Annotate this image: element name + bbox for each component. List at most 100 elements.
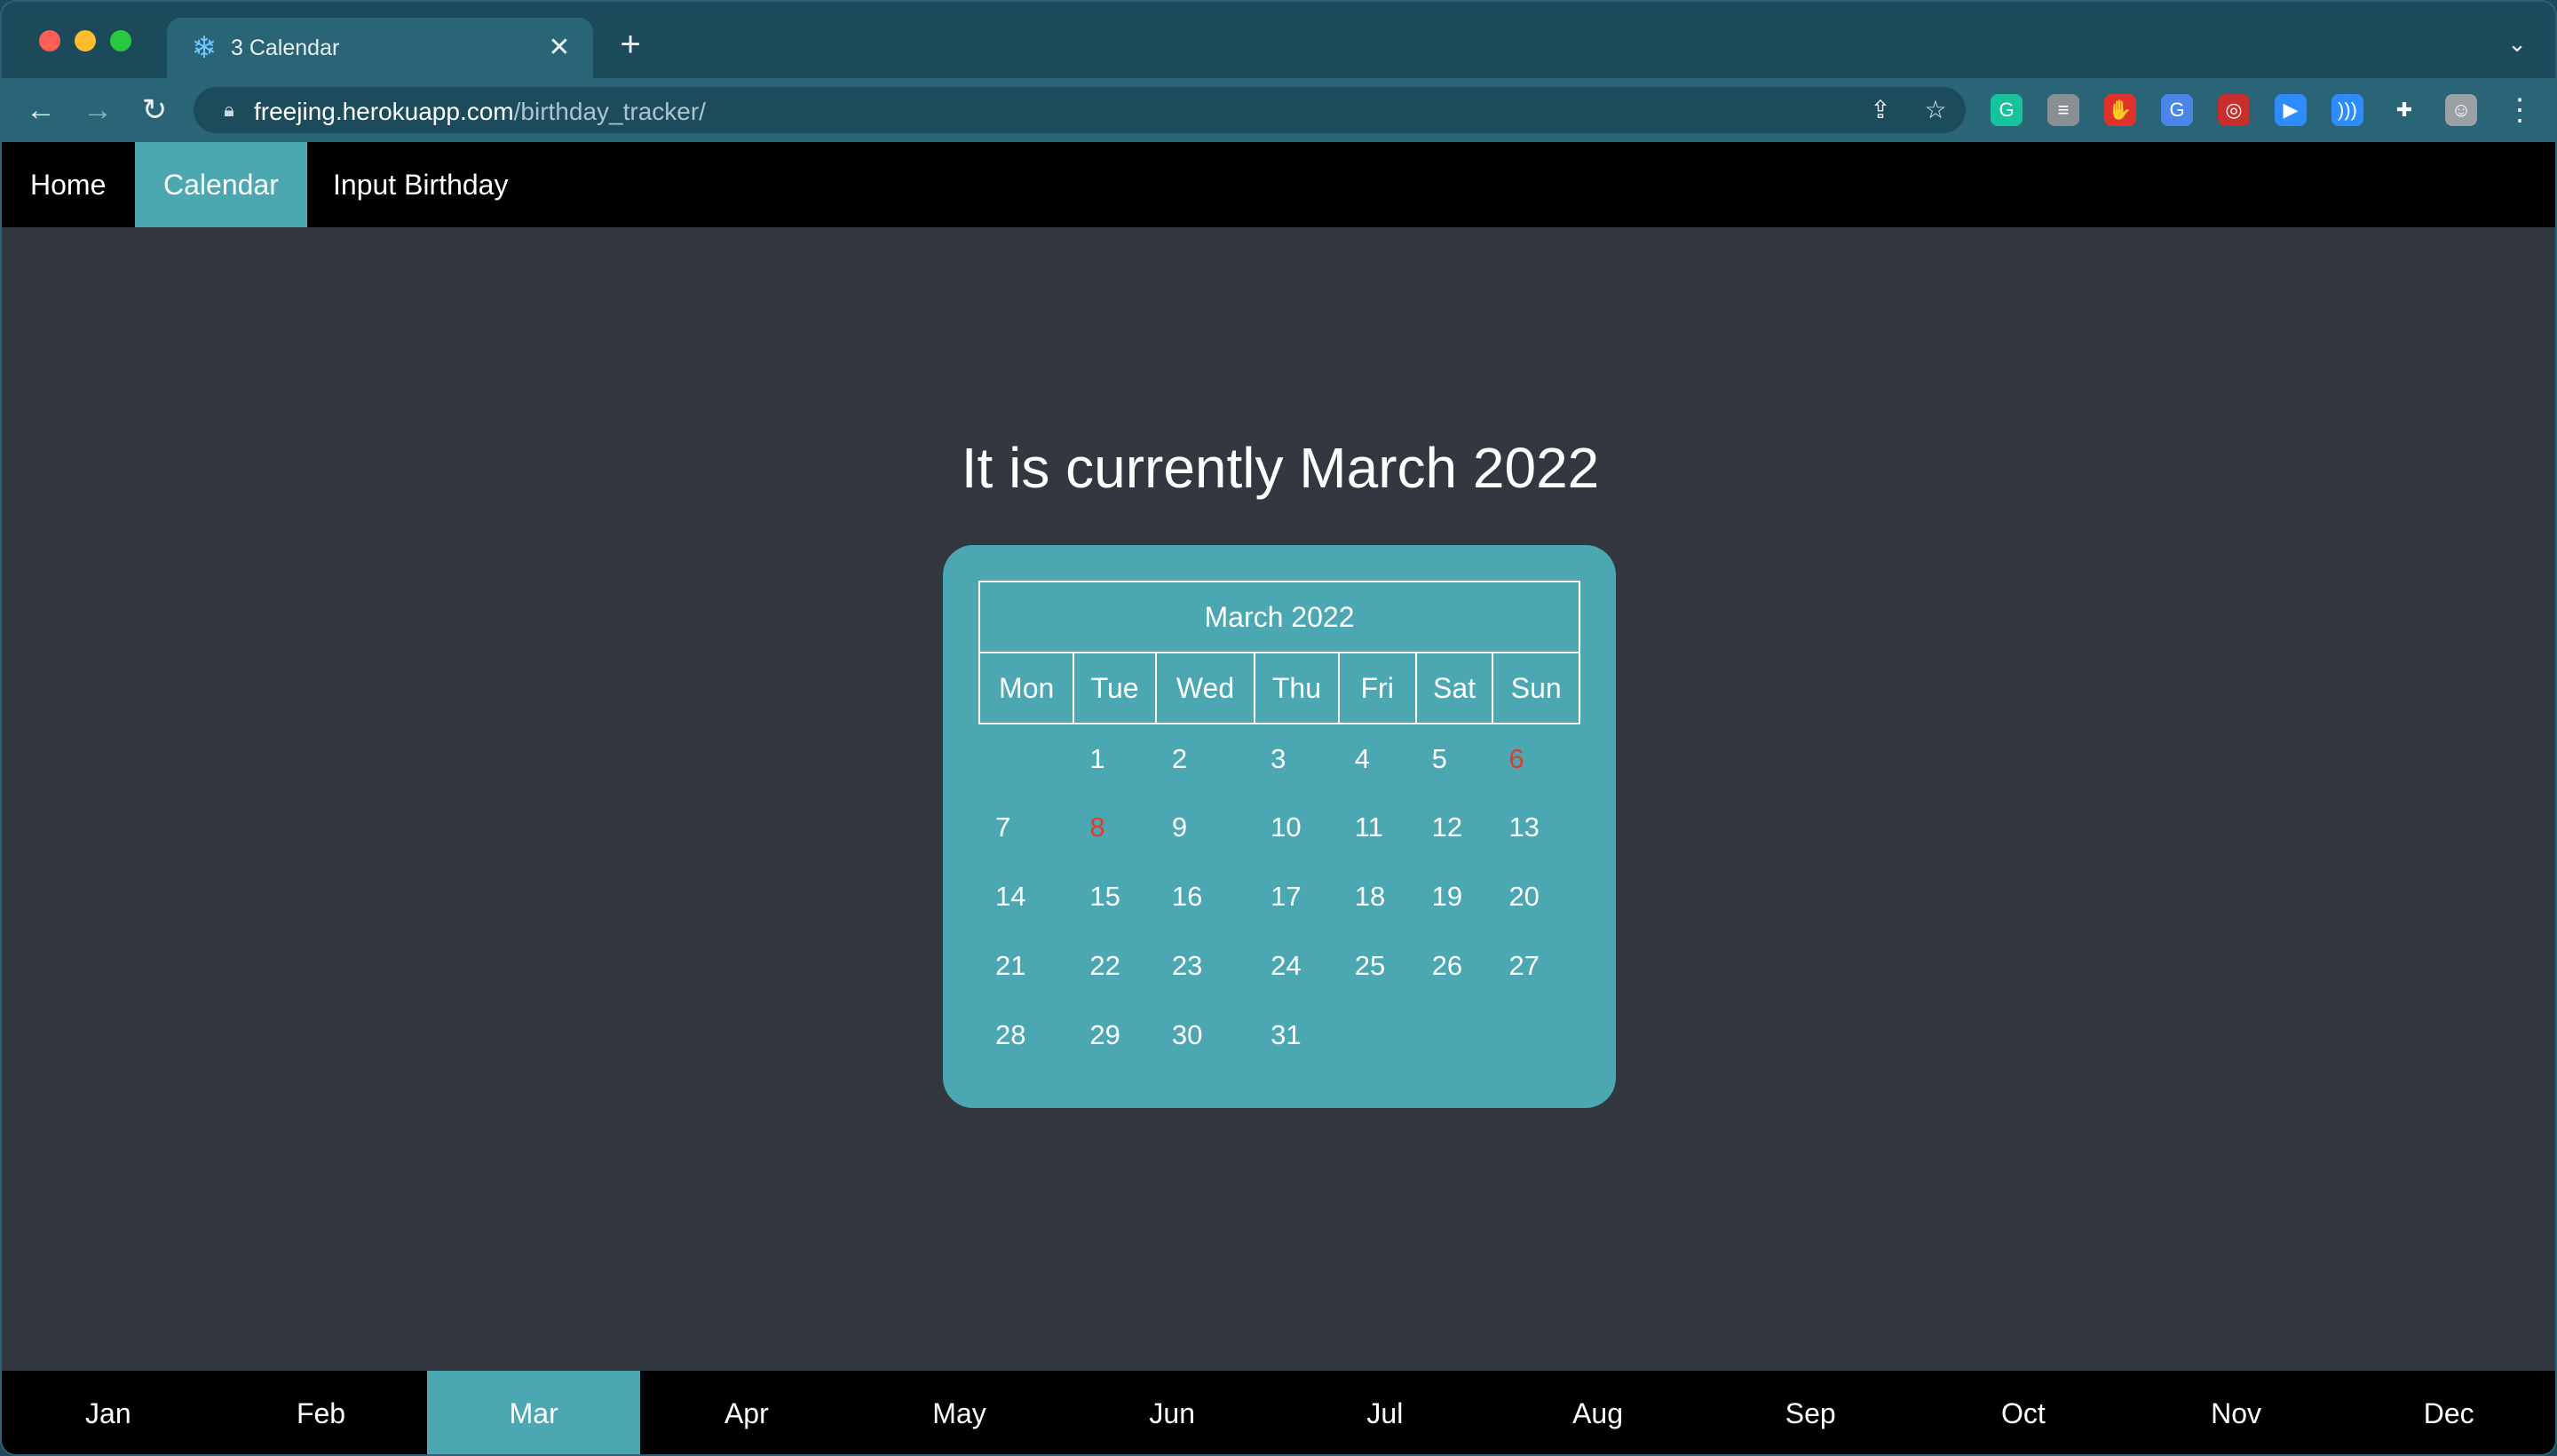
url-host: freejing.herokuapp.com — [254, 98, 514, 125]
calendar-day-cell: 6 — [1508, 742, 1524, 774]
weekday-header: Wed — [1154, 652, 1256, 724]
calendar-empty-cell — [1339, 1001, 1416, 1070]
calendar-day-cell: 2 — [1171, 742, 1188, 774]
calendar-card: March 2022 Mon Tue Wed Thu Fri Sat Sun 1234567… — [943, 545, 1616, 1108]
more-menu-icon[interactable]: ⋮ — [2504, 94, 2536, 126]
month-tab-may[interactable]: May — [853, 1371, 1066, 1454]
calendar-table: March 2022 Mon Tue Wed Thu Fri Sat Sun 1234567… — [978, 581, 1580, 1070]
calendar-day-cell: 10 — [1271, 811, 1302, 843]
puzzle-icon[interactable]: ✚ — [2388, 94, 2420, 126]
maximize-window-button[interactable] — [110, 30, 131, 51]
tab-title: 3 Calendar — [231, 36, 340, 60]
month-tab-jun[interactable]: Jun — [1065, 1371, 1278, 1454]
calendar-empty-cell — [1492, 1001, 1579, 1070]
snowflake-icon: ❄ — [191, 31, 218, 65]
calendar-day-cell: 31 — [1271, 1019, 1302, 1050]
close-tab-icon[interactable]: ✕ — [542, 30, 577, 66]
calendar-day-cell: 15 — [1089, 881, 1120, 912]
share-icon[interactable]: ⇪ — [1864, 94, 1896, 126]
calendar-day-cell: 13 — [1508, 811, 1540, 843]
weekday-header: Sat — [1414, 652, 1494, 724]
month-tab-jul[interactable]: Jul — [1278, 1371, 1492, 1454]
month-tab-oct[interactable]: Oct — [1917, 1371, 2130, 1454]
calendar-body: 1 2 3 4 5 6 7 8 9 10 11 12 13 14 15 16 17 18 19 20 21 22 23 24 2… — [979, 724, 1579, 1070]
calendar-day-cell: 28 — [995, 1019, 1026, 1050]
calendar-day-cell: 19 — [1431, 881, 1463, 912]
close-window-button[interactable] — [39, 30, 60, 51]
glasses-extension-icon[interactable]: ◎ — [2218, 94, 2250, 126]
lock-icon[interactable]: 🔒︎ — [217, 98, 241, 123]
grammarly-icon[interactable]: G — [1991, 94, 2023, 126]
calendar-day-cell: 21 — [995, 950, 1026, 981]
calendar-day-cell: 18 — [1354, 881, 1386, 912]
url-text[interactable]: freejing.herokuapp.com/birthday_tracker/ — [254, 98, 706, 126]
tab-strip: ❄ 3 Calendar ✕ + ⌄ — [2, 2, 2555, 78]
weekday-header: Mon — [978, 652, 1075, 724]
address-bar[interactable]: 🔒︎ freejing.herokuapp.com/birthday_track… — [194, 87, 1966, 133]
calendar-day-cell: 11 — [1354, 811, 1383, 843]
calendar-day-cell: 20 — [1508, 881, 1540, 912]
zoom-icon[interactable]: ▶ — [2275, 94, 2307, 126]
month-tab-dec[interactable]: Dec — [2342, 1371, 2555, 1454]
weekday-header: Sun — [1492, 652, 1580, 724]
calendar-week-row: 14 15 16 17 18 19 20 — [979, 862, 1579, 931]
calendar-day-cell: 30 — [1171, 1019, 1203, 1050]
month-tab-feb[interactable]: Feb — [215, 1371, 428, 1454]
url-path: /birthday_tracker/ — [513, 98, 706, 125]
month-bar: Jan Feb Mar Apr May Jun Jul Aug Sep Oct Nov Dec — [2, 1371, 2555, 1454]
month-tab-jan[interactable]: Jan — [2, 1371, 215, 1454]
calendar-empty-cell — [979, 724, 1073, 793]
nav-item-input-birthday[interactable]: Input Birthday — [305, 142, 536, 227]
calendar-day-cell: 4 — [1354, 742, 1370, 774]
calendar-day-cell: 14 — [995, 881, 1026, 912]
minimize-window-button[interactable] — [75, 30, 96, 51]
weekday-header-row: Mon Tue Wed Thu Fri Sat Sun — [978, 652, 1580, 724]
calendar-day-cell: 26 — [1431, 950, 1463, 981]
calendar-day-cell: 1 — [1089, 742, 1105, 774]
weekday-header: Thu — [1254, 652, 1340, 724]
translate-icon[interactable]: G — [2161, 94, 2193, 126]
calendar-day-cell: 23 — [1171, 950, 1203, 981]
back-arrow-icon[interactable]: ← — [21, 91, 60, 130]
calendar-week-row: 21 22 23 24 25 26 27 — [979, 931, 1579, 1001]
calendar-day-cell: 27 — [1508, 950, 1540, 981]
browser-toolbar: ← → ↻ 🔒︎ freejing.herokuapp.com/birthday… — [2, 78, 2555, 142]
page-heading: It is currently March 2022 — [961, 436, 1600, 500]
calendar-day-cell: 3 — [1271, 742, 1286, 774]
month-tab-aug[interactable]: Aug — [1492, 1371, 1705, 1454]
weekday-header: Fri — [1337, 652, 1417, 724]
calendar-day-cell: 25 — [1354, 950, 1386, 981]
new-tab-button[interactable]: + — [611, 25, 650, 64]
calendar-week-row: 28 29 30 31 — [979, 1001, 1579, 1070]
calendar-day-cell: 9 — [1171, 811, 1188, 843]
month-tab-nov[interactable]: Nov — [2130, 1371, 2343, 1454]
weekday-header: Tue — [1073, 652, 1157, 724]
calendar-title: March 2022 — [978, 581, 1580, 653]
month-tab-apr[interactable]: Apr — [640, 1371, 853, 1454]
profile-avatar-icon[interactable]: ☺ — [2445, 94, 2477, 126]
stop-hand-icon[interactable]: ✋ — [2104, 94, 2136, 126]
month-tab-sep[interactable]: Sep — [1704, 1371, 1917, 1454]
browser-tab[interactable]: ❄ 3 Calendar ✕ — [167, 18, 593, 78]
calendar-day-cell: 24 — [1271, 950, 1302, 981]
forward-arrow-icon[interactable]: → — [78, 91, 117, 130]
chat-extension-icon[interactable]: ≡ — [2047, 94, 2079, 126]
calendar-day-cell: 12 — [1431, 811, 1463, 843]
calendar-day-cell: 5 — [1431, 742, 1447, 774]
chevron-down-icon[interactable]: ⌄ — [2502, 28, 2532, 59]
calendar-day-cell: 29 — [1089, 1019, 1120, 1050]
month-tab-mar[interactable]: Mar — [427, 1371, 641, 1454]
top-navbar: Home Calendar Input Birthday — [2, 142, 2555, 227]
bookmark-star-icon[interactable]: ☆ — [1920, 94, 1951, 126]
nav-item-home[interactable]: Home — [2, 142, 134, 227]
reload-icon[interactable]: ↻ — [135, 91, 174, 130]
audio-waves-icon[interactable]: ))) — [2331, 94, 2363, 126]
calendar-empty-cell — [1416, 1001, 1493, 1070]
calendar-day-cell: 8 — [1089, 811, 1105, 843]
calendar-week-row: 1 2 3 4 5 6 — [979, 724, 1579, 793]
nav-item-calendar[interactable]: Calendar — [135, 142, 307, 227]
browser-window: ❄ 3 Calendar ✕ + ⌄ ← → ↻ 🔒︎ freejing.her… — [0, 0, 2557, 1456]
calendar-day-cell: 16 — [1171, 881, 1203, 912]
calendar-day-cell: 22 — [1089, 950, 1120, 981]
calendar-day-cell: 17 — [1271, 881, 1302, 912]
